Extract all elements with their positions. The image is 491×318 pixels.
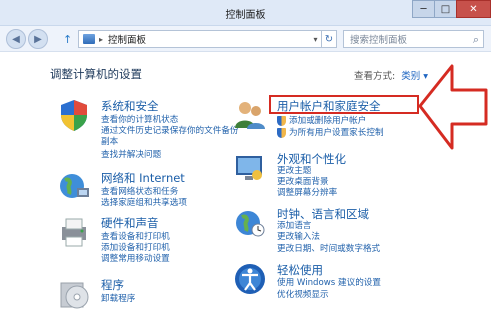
link-uninstall-program[interactable]: 卸载程序 [101,293,135,305]
category-system-security: 系统和安全 查看你的计算机状态 通过文件历史记录保存你的文件备份 副本 查找并解… [57,98,257,168]
category-title[interactable]: 硬件和声音 [101,215,159,231]
category-programs: 程序 卸载程序 [57,277,257,313]
address-bar[interactable]: ▸ 控制面板 [78,30,311,48]
minimize-button[interactable]: ─ [412,0,434,18]
clock-globe-icon[interactable] [233,206,267,240]
search-placeholder: 搜索控制面板 [350,35,408,46]
monitor-personalize-icon[interactable] [233,151,267,185]
view-by: 查看方式: 类别 ▾ [354,68,428,82]
link-date-time-format[interactable]: 更改日期、时间或数字格式 [277,243,380,255]
category-clock-language: 时钟、语言和区域 添加语言 更改输入法 更改日期、时间或数字格式 [233,206,453,256]
link-parental-controls[interactable]: 为所有用户设置家长控制 [277,127,384,139]
address-dropdown-button[interactable]: ▾ [310,30,322,48]
category-title[interactable]: 网络和 Internet [101,170,185,186]
highlight-box [269,95,419,114]
printer-icon[interactable] [57,215,91,249]
link-change-input-method[interactable]: 更改输入法 [277,231,320,243]
link-screen-resolution[interactable]: 调整屏幕分辨率 [277,187,337,199]
shield-icon[interactable] [57,98,91,132]
link-file-history-backup-cont[interactable]: 副本 [101,136,118,148]
page-title: 调整计算机的设置 [50,67,142,81]
search-icon[interactable]: ⌕ [473,33,479,47]
category-network-internet: 网络和 Internet 查看网络状态和任务 选择家庭组和共享选项 [57,170,257,210]
category-ease-of-access: 轻松使用 使用 Windows 建议的设置 优化视频显示 [233,262,463,302]
link-optimize-display[interactable]: 优化视频显示 [277,289,329,301]
back-button[interactable]: ◀ [6,29,26,49]
link-homegroup[interactable]: 选择家庭组和共享选项 [101,197,187,209]
category-title[interactable]: 轻松使用 [277,262,323,278]
search-input[interactable]: 搜索控制面板 ⌕ [343,30,484,48]
breadcrumb-separator-icon: ▸ [99,34,104,44]
view-by-dropdown[interactable]: 类别 ▾ [401,71,428,82]
link-recommended-settings[interactable]: 使用 Windows 建议的设置 [277,277,381,289]
up-button[interactable]: ↑ [63,33,72,46]
category-title[interactable]: 程序 [101,277,124,293]
title-bar: 控制面板 ─ □ ✕ [0,0,491,26]
navigation-bar: ◀ ▶ ↑ ▸ 控制面板 ▾ ↻ 搜索控制面板 ⌕ [0,26,491,52]
link-mobility-settings[interactable]: 调整常用移动设置 [101,253,170,265]
refresh-button[interactable]: ↻ [322,30,337,48]
close-button[interactable]: ✕ [456,0,491,18]
programs-disc-icon[interactable] [57,277,91,311]
globe-network-icon[interactable] [57,170,91,204]
control-panel-icon [83,34,95,44]
accessibility-icon[interactable] [233,262,267,296]
link-troubleshoot[interactable]: 查找并解决问题 [101,149,161,161]
link-file-history-backup[interactable]: 通过文件历史记录保存你的文件备份 [101,125,239,137]
category-hardware-sound: 硬件和声音 查看设备和打印机 添加设备和打印机 调整常用移动设置 [57,215,257,265]
breadcrumb-control-panel[interactable]: 控制面板 [108,32,146,46]
category-appearance: 外观和个性化 更改主题 更改桌面背景 调整屏幕分辨率 [233,151,453,201]
maximize-button[interactable]: □ [434,0,456,18]
category-title[interactable]: 系统和安全 [101,98,159,114]
link-add-remove-users[interactable]: 添加或删除用户帐户 [277,115,366,127]
users-icon[interactable] [233,98,267,132]
view-by-label: 查看方式: [354,71,396,82]
forward-button[interactable]: ▶ [28,29,48,49]
